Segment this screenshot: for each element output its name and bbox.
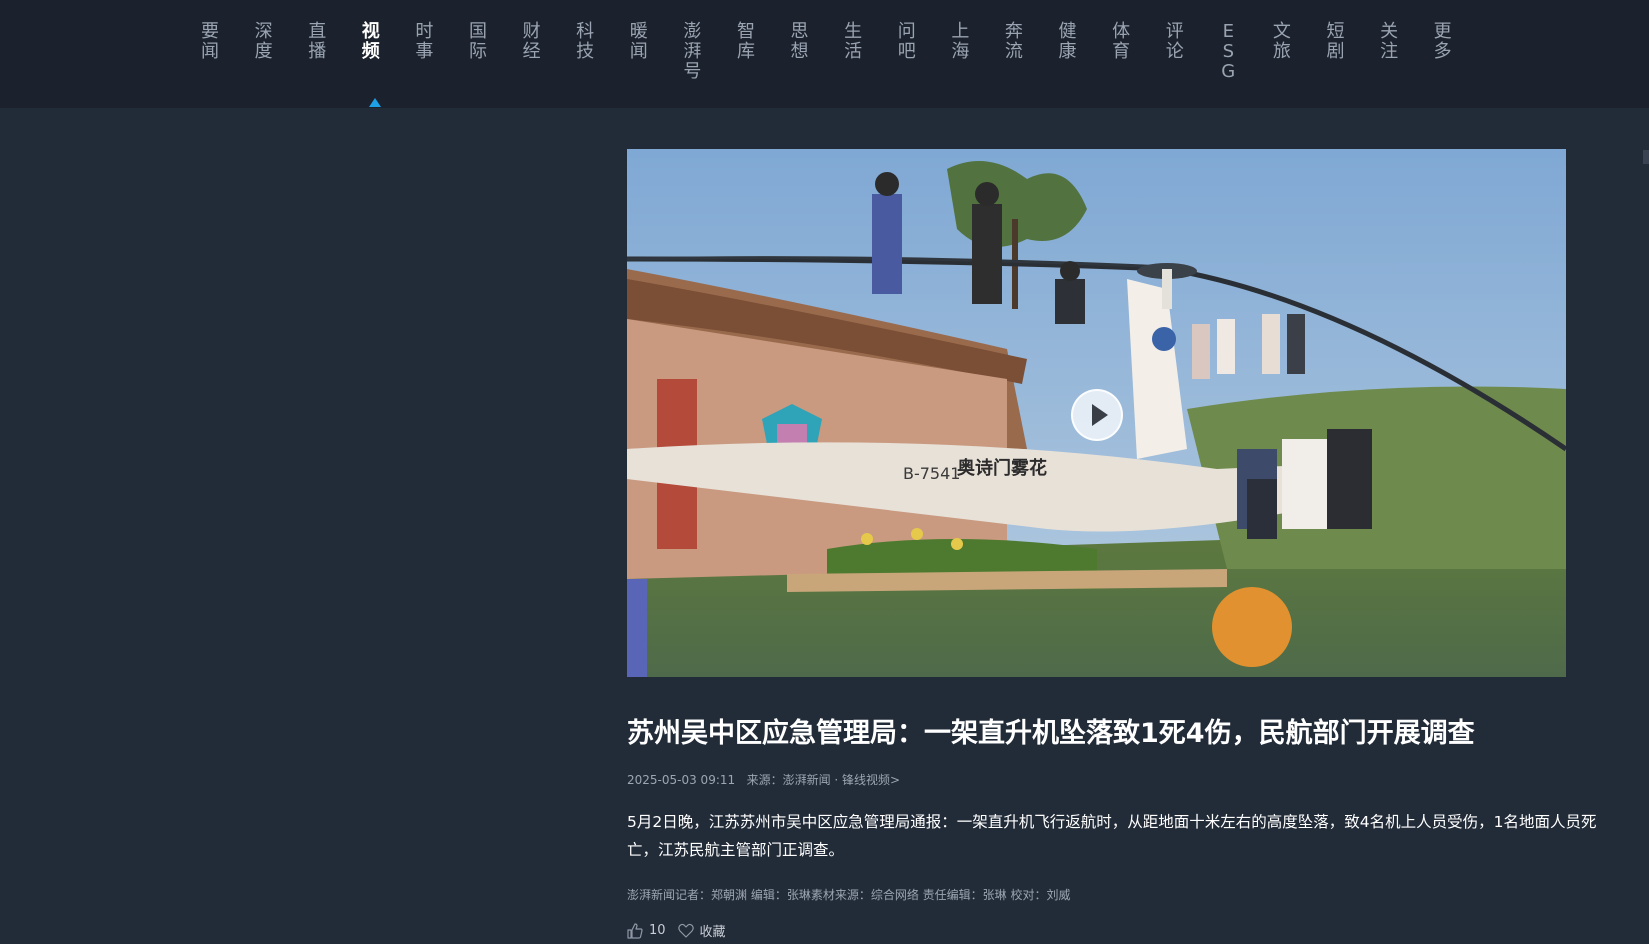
thumbs-up-icon — [627, 922, 643, 939]
nav-item-1[interactable]: 深度 — [250, 22, 278, 82]
nav-item-label: 短剧 — [1326, 21, 1345, 62]
helicopter-livery-text: 奥诗门雾花 — [957, 457, 1047, 479]
nav-item-label: 关注 — [1380, 21, 1399, 62]
nav-item-23[interactable]: 更多 — [1429, 22, 1457, 82]
nav-item-label: 体育 — [1112, 21, 1131, 62]
channel-nav-list: 要闻 深度 直播 视频 时事 国际 财经 科技 暖闻 澎湃号 智库 思想 生活 问吧 上海 奔流 健康 体育 评论 E… — [196, 22, 1482, 82]
nav-item-label: 智库 — [736, 21, 755, 62]
favorite-button[interactable]: 收藏 — [677, 921, 726, 940]
nav-item-label: 要闻 — [201, 21, 219, 62]
source-label: 来源： — [746, 773, 783, 787]
nav-item-18[interactable]: 评论 — [1161, 22, 1189, 82]
heart-icon — [677, 923, 694, 938]
nav-item-label: 直播 — [308, 21, 327, 62]
nav-item-0[interactable]: 要闻 — [196, 22, 224, 82]
like-button[interactable]: 10 — [627, 922, 666, 939]
like-count: 10 — [649, 923, 666, 938]
nav-item-label: 上海 — [951, 21, 970, 62]
nav-item-label: 深度 — [254, 21, 273, 62]
nav-item-label: 国际 — [468, 21, 487, 62]
nav-item-label: 暖闻 — [629, 21, 648, 62]
nav-item-label: 时事 — [415, 21, 434, 62]
nav-item-label: 澎湃号 — [683, 21, 702, 82]
publish-time: 2025-05-03 09:11 — [627, 773, 736, 787]
play-button[interactable] — [1071, 389, 1123, 441]
article-meta: 2025-05-03 09:11 来源：澎湃新闻 · 锋线视频> — [627, 771, 900, 788]
nav-item-5[interactable]: 国际 — [464, 22, 492, 82]
nav-item-4[interactable]: 时事 — [410, 22, 438, 82]
nav-item-10[interactable]: 智库 — [732, 22, 760, 82]
article-summary: 5月2日晚，江苏苏州市吴中区应急管理局通报：一架直升机飞行返航时，从距地面十米左… — [627, 813, 1597, 859]
nav-item-17[interactable]: 体育 — [1107, 22, 1135, 82]
article-actions: 10 收藏 — [627, 921, 738, 940]
page-edge-mark — [1643, 150, 1649, 164]
nav-item-label: 奔流 — [1004, 21, 1023, 62]
top-navigation: 要闻 深度 直播 视频 时事 国际 财经 科技 暖闻 澎湃号 智库 思想 生活 问吧 上海 奔流 健康 体育 评论 E… — [0, 0, 1649, 108]
nav-item-20[interactable]: 文旅 — [1268, 22, 1296, 82]
nav-item-label: 文旅 — [1272, 21, 1291, 62]
nav-item-label: 评论 — [1165, 21, 1184, 62]
nav-item-label: ESG — [1221, 21, 1236, 82]
nav-item-16[interactable]: 健康 — [1054, 22, 1082, 82]
nav-item-7[interactable]: 科技 — [571, 22, 599, 82]
nav-item-14[interactable]: 上海 — [946, 22, 974, 82]
nav-item-11[interactable]: 思想 — [786, 22, 814, 82]
favorite-label: 收藏 — [699, 925, 726, 940]
nav-item-9[interactable]: 澎湃号 — [678, 22, 706, 82]
nav-item-22[interactable]: 关注 — [1375, 22, 1403, 82]
nav-item-12[interactable]: 生活 — [839, 22, 867, 82]
nav-item-2[interactable]: 直播 — [303, 22, 331, 82]
nav-item-19[interactable]: ESG — [1214, 22, 1242, 82]
nav-item-label: 问吧 — [897, 21, 916, 62]
nav-item-3[interactable]: 视频 — [357, 22, 385, 82]
nav-item-label: 生活 — [844, 21, 863, 62]
source-link[interactable]: 澎湃新闻 · 锋线视频> — [783, 773, 901, 787]
video-player[interactable]: B-7541 奥诗门雾花 — [627, 149, 1566, 677]
nav-item-label: 科技 — [576, 21, 595, 62]
helicopter-registration: B-7541 — [903, 464, 960, 483]
nav-item-label: 思想 — [790, 21, 809, 62]
nav-item-label: 健康 — [1058, 21, 1077, 62]
nav-item-15[interactable]: 奔流 — [1000, 22, 1028, 82]
nav-item-label: 更多 — [1433, 21, 1452, 62]
nav-item-label: 财经 — [522, 21, 541, 62]
nav-item-13[interactable]: 问吧 — [893, 22, 921, 82]
nav-item-6[interactable]: 财经 — [518, 22, 546, 82]
article-credits: 澎湃新闻记者：郑朝渊 编辑：张琳素材来源：综合网络 责任编辑：张琳 校对：刘威 — [627, 888, 1071, 902]
nav-item-8[interactable]: 暖闻 — [625, 22, 653, 82]
article-title: 苏州吴中区应急管理局：一架直升机坠落致1死4伤，民航部门开展调查 — [627, 718, 1475, 749]
nav-item-label: 视频 — [361, 21, 380, 62]
active-channel-indicator — [369, 98, 381, 107]
nav-item-21[interactable]: 短剧 — [1321, 22, 1349, 82]
